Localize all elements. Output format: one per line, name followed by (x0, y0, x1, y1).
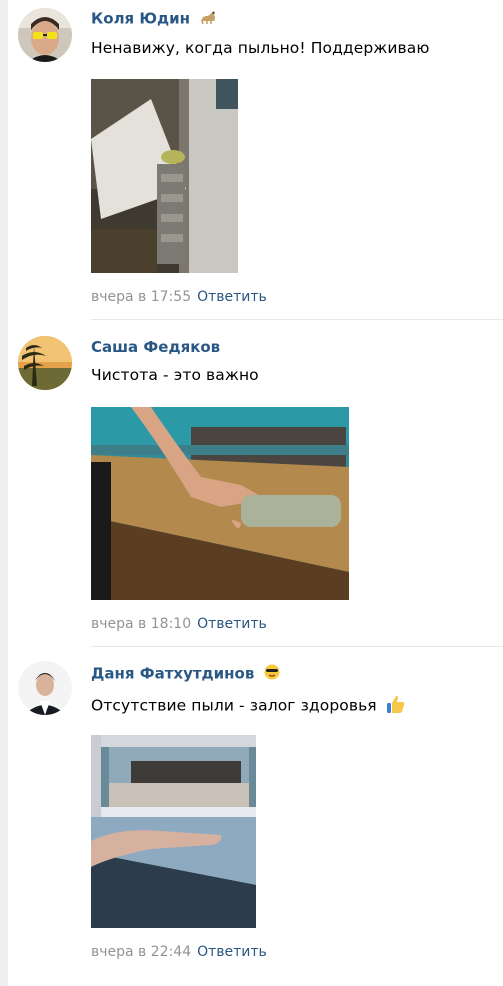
author-name[interactable]: Саша Федяков (91, 338, 220, 356)
avatar[interactable] (18, 661, 72, 715)
comment-text: Отсутствие пыли - залог здоровья (91, 694, 406, 718)
comment-meta: вчера в 22:44 Ответить (91, 944, 267, 960)
comment-photo[interactable] (91, 79, 238, 273)
comment-photo[interactable] (91, 735, 256, 928)
comment-date[interactable]: вчера в 18:10 (91, 616, 191, 632)
reply-button[interactable]: Ответить (197, 944, 267, 960)
comment-photo[interactable] (91, 407, 349, 600)
comments-panel: Коля Юдин Ненавижу, когда пыльно! Поддер… (8, 0, 503, 986)
comment-date[interactable]: вчера в 22:44 (91, 944, 191, 960)
comment-meta: вчера в 18:10 Ответить (91, 616, 267, 632)
comment-text: Чистота - это важно (91, 366, 259, 384)
reply-button[interactable]: Ответить (197, 616, 267, 632)
comment-date[interactable]: вчера в 17:55 (91, 289, 191, 305)
avatar[interactable] (18, 8, 72, 62)
cat-emoji-icon (199, 9, 217, 29)
avatar[interactable] (18, 336, 72, 390)
reply-button[interactable]: Ответить (197, 289, 267, 305)
comment-item: Коля Юдин Ненавижу, когда пыльно! Поддер… (8, 0, 503, 320)
comment-item: Даня Фатхутдинов Отсутствие пыли - залог… (8, 647, 503, 986)
author-name[interactable]: Коля Юдин (91, 9, 217, 29)
comment-item: Саша Федяков Чистота - это важно вчера в… (8, 320, 503, 647)
author-name[interactable]: Даня Фатхутдинов (91, 664, 280, 684)
thumbs-up-emoji-icon (386, 694, 406, 718)
comment-meta: вчера в 17:55 Ответить (91, 289, 267, 305)
comment-text: Ненавижу, когда пыльно! Поддерживаю (91, 39, 430, 57)
sunglasses-emoji-icon (264, 664, 280, 684)
